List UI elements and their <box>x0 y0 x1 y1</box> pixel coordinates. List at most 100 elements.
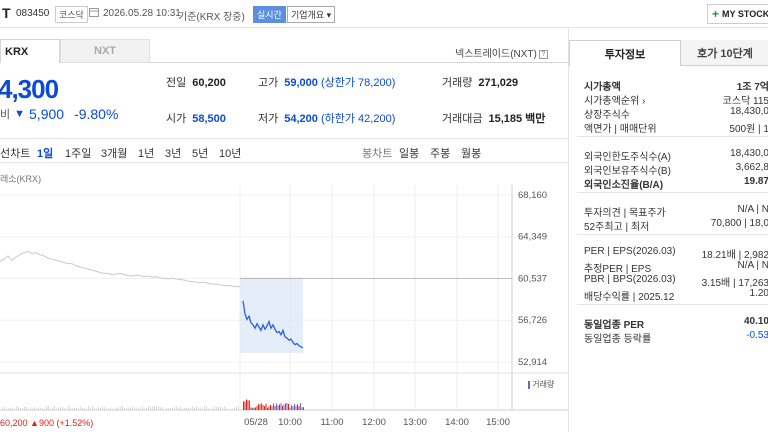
volume-bar <box>104 407 105 410</box>
candle-daily[interactable]: 일봉 <box>399 145 419 161</box>
info-row-value: 3.15배 | 17,263 <box>701 278 768 289</box>
period-bar: 선차트 1일 1주일 3개월 1년 3년 5년 10년 봉차트 일봉 주봉 월봉 <box>0 138 568 163</box>
info-row-label: 외국인한도주식수(A) <box>584 152 671 163</box>
info-row-value: 70,800 | 18,0 <box>710 218 768 229</box>
volume-legend-label: 거래량 <box>532 380 555 389</box>
volume-bar <box>166 408 167 410</box>
info-row-value: 500원 | 1 <box>729 124 768 135</box>
stock-code: 083450 <box>16 8 50 19</box>
volume-bar <box>238 406 239 410</box>
volume-bar <box>140 408 141 410</box>
volume-bar <box>116 407 117 410</box>
x-tick-label: 12:00 <box>362 417 386 428</box>
volume-bar <box>106 408 107 410</box>
info-row-value: 1.20 <box>749 288 768 299</box>
tab-krx[interactable]: KRX <box>0 39 60 63</box>
info-row-value: 3,662,8 <box>735 162 768 173</box>
volume-bar <box>96 408 97 410</box>
period-1w[interactable]: 1주일 <box>65 145 91 161</box>
volume-bar <box>236 406 237 410</box>
my-stock-label: MY STOCK <box>722 9 768 19</box>
volume-bar <box>253 407 255 410</box>
period-1y[interactable]: 1년 <box>138 145 154 161</box>
period-3m[interactable]: 3개월 <box>101 145 127 161</box>
volume-bar <box>282 405 283 410</box>
info-row: 추정PER | EPS N/A | N <box>584 260 768 275</box>
volume-bar <box>74 407 75 410</box>
info-row-label: 동일업종 등락률 <box>584 334 652 345</box>
volume-bar <box>216 406 217 410</box>
y-tick-label: 52,914 <box>518 357 547 368</box>
tab-orderbook[interactable]: 호가 10단계 <box>681 40 768 66</box>
line-chart-toggle[interactable]: 선차트 <box>0 145 30 161</box>
volume-bar <box>222 408 223 410</box>
change-pct: -9.80% <box>74 106 119 122</box>
volume-bar <box>295 405 297 410</box>
volume-bar <box>148 406 149 410</box>
calendar-icon <box>89 7 99 17</box>
candle-chart-toggle[interactable]: 봉차트 <box>362 145 392 161</box>
quote-datetime: 2026.05.28 10:31 <box>103 8 181 19</box>
volume-bar <box>132 406 133 410</box>
volume-bar <box>26 407 27 410</box>
volume-bar <box>214 406 215 410</box>
volume-bar <box>285 403 286 410</box>
volume-bar <box>160 407 161 410</box>
info-row-label: 투자의견 | 목표주가 <box>584 208 666 219</box>
volume-bar <box>270 404 271 410</box>
volume-bar <box>289 407 291 410</box>
info-row: 배당수익률 | 2025.12 1.20 <box>584 288 768 303</box>
info-row: 투자의견 | 목표주가 N/A | N <box>584 204 768 219</box>
period-10y[interactable]: 10년 <box>219 145 241 161</box>
stat-amount: 거래대금 15,185 백만 <box>442 113 546 125</box>
volume-bar <box>48 406 49 410</box>
info-row-value: 40.10 <box>743 316 768 327</box>
volume-bar <box>265 403 267 410</box>
volume-bar <box>150 406 151 410</box>
info-row-label: PER | EPS(2026.03) <box>584 246 676 257</box>
info-row-label: 외국인소진율(B/A) <box>584 180 664 191</box>
volume-bar <box>273 403 274 410</box>
period-5y[interactable]: 5년 <box>192 145 208 161</box>
volume-bar <box>196 406 197 410</box>
volume-bar <box>120 407 121 410</box>
period-3y[interactable]: 3년 <box>165 145 181 161</box>
volume-bar <box>52 407 53 410</box>
panel-separator <box>577 234 768 235</box>
volume-bar <box>267 407 268 410</box>
realtime-badge[interactable]: 실시간 <box>253 6 286 23</box>
chart-highlight-region <box>240 277 303 353</box>
volume-bar <box>68 406 69 410</box>
volume-bar <box>174 406 175 410</box>
volume-bar <box>42 408 43 410</box>
help-icon[interactable]: ? <box>538 49 548 59</box>
volume-bar <box>298 406 300 410</box>
info-row-value: -0.53 <box>746 330 768 341</box>
change-value: 5,900 <box>29 106 65 122</box>
my-stock-button[interactable]: + MY STOCK <box>707 4 768 24</box>
y-tick-label: 68,160 <box>518 190 547 201</box>
period-1d[interactable]: 1일 <box>37 145 53 161</box>
volume-bar <box>172 407 173 410</box>
volume-bar <box>268 406 270 410</box>
volume-bar <box>38 407 39 410</box>
tab-nxt[interactable]: NXT <box>60 39 150 63</box>
company-info-button[interactable]: 기업개요 ▾ <box>287 6 336 23</box>
info-row: 동일업종 등락률 -0.53 <box>584 330 768 345</box>
candle-weekly[interactable]: 주봉 <box>430 145 450 161</box>
tab-investment-info[interactable]: 투자정보 <box>569 40 681 66</box>
info-row: 외국인한도주식수(A) 18,430,0 <box>584 148 768 163</box>
nextrade-link[interactable]: 넥스트레이드(NXT)? <box>455 45 548 60</box>
info-row-value: N/A | N <box>737 204 768 215</box>
volume-bar <box>256 405 258 410</box>
volume-bar <box>258 404 259 410</box>
volume-bar <box>112 408 113 410</box>
info-row-value: 1조 7억 <box>736 82 768 93</box>
candle-monthly[interactable]: 월봉 <box>461 145 481 161</box>
volume-bar <box>36 408 37 410</box>
volume-bar <box>204 406 205 410</box>
info-row-label: 상장주식수 <box>584 110 630 121</box>
volume-bar <box>255 407 256 410</box>
volume-bar <box>262 404 264 410</box>
stat-low: 저가 54,200 (하한가 42,200) <box>258 113 396 125</box>
